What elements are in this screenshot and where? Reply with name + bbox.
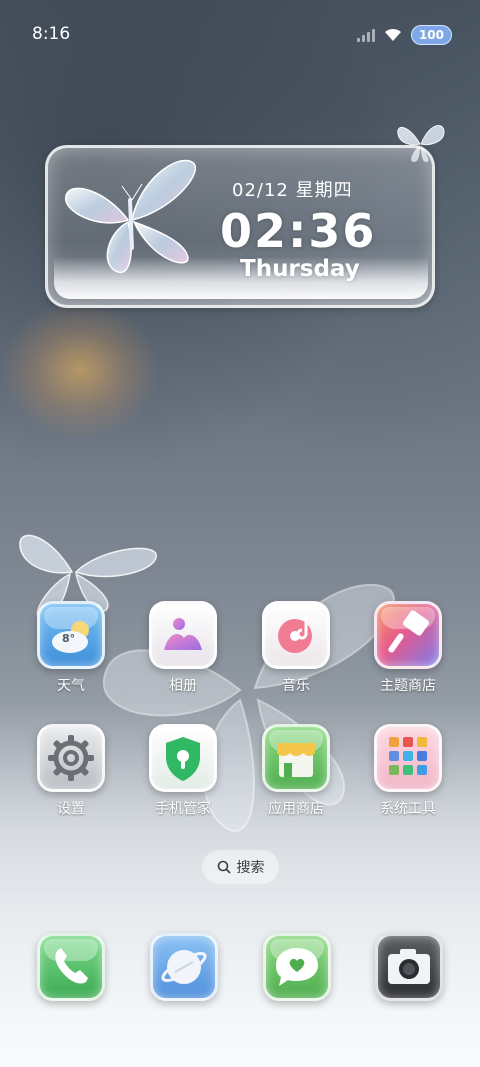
wifi-icon (384, 28, 401, 41)
app-label: 音乐 (282, 678, 310, 694)
gallery-icon (149, 601, 217, 669)
gear-icon (37, 724, 105, 792)
widget-weekday: Thursday (240, 256, 360, 282)
app-label: 设置 (57, 801, 85, 817)
status-bar: 8:16 100 (0, 0, 480, 68)
clock-widget[interactable]: 02/12 星期四 02:36 Thursday (45, 145, 435, 308)
wallpaper-light-glow (0, 300, 160, 440)
search-pill[interactable]: 搜索 (202, 850, 279, 884)
dock-browser[interactable] (149, 933, 219, 1001)
app-app-store[interactable]: 应用商店 (246, 724, 346, 818)
app-label: 天气 (57, 678, 85, 694)
search-label: 搜索 (236, 860, 265, 876)
theme-store-icon (374, 601, 442, 669)
app-weather[interactable]: 8° 天气 (21, 601, 121, 695)
status-time: 8:16 (32, 24, 71, 44)
app-label: 相册 (169, 678, 197, 694)
music-icon (262, 601, 330, 669)
app-store-icon (262, 724, 330, 792)
camera-icon (375, 933, 443, 1001)
security-shield-icon (149, 724, 217, 792)
app-phone-manager[interactable]: 手机管家 (133, 724, 233, 818)
app-system-tools[interactable]: 系统工具 (358, 724, 458, 818)
dock-messages[interactable] (262, 933, 332, 1001)
dock-camera[interactable] (374, 933, 444, 1001)
app-gallery[interactable]: 相册 (133, 601, 233, 695)
app-theme-store[interactable]: 主题商店 (358, 601, 458, 695)
app-label: 系统工具 (380, 801, 436, 817)
status-icons: 100 (356, 25, 452, 45)
app-label: 主题商店 (380, 678, 436, 694)
messages-icon (263, 933, 331, 1001)
system-tools-icon (374, 724, 442, 792)
widget-date: 02/12 星期四 (232, 180, 353, 201)
app-music[interactable]: 音乐 (246, 601, 346, 695)
battery-indicator: 100 (410, 25, 452, 45)
phone-icon (37, 933, 105, 1001)
browser-icon (150, 933, 218, 1001)
app-settings[interactable]: 设置 (21, 724, 121, 818)
butterfly-widget-decoration (65, 159, 197, 273)
app-label: 手机管家 (155, 801, 211, 817)
weather-icon: 8° (37, 601, 105, 669)
weather-temp: 8° (62, 632, 76, 645)
dock-phone[interactable] (36, 933, 106, 1001)
signal-icon (356, 28, 375, 42)
search-icon (217, 860, 231, 874)
widget-clock-time: 02:36 (220, 204, 377, 258)
app-label: 应用商店 (268, 801, 324, 817)
